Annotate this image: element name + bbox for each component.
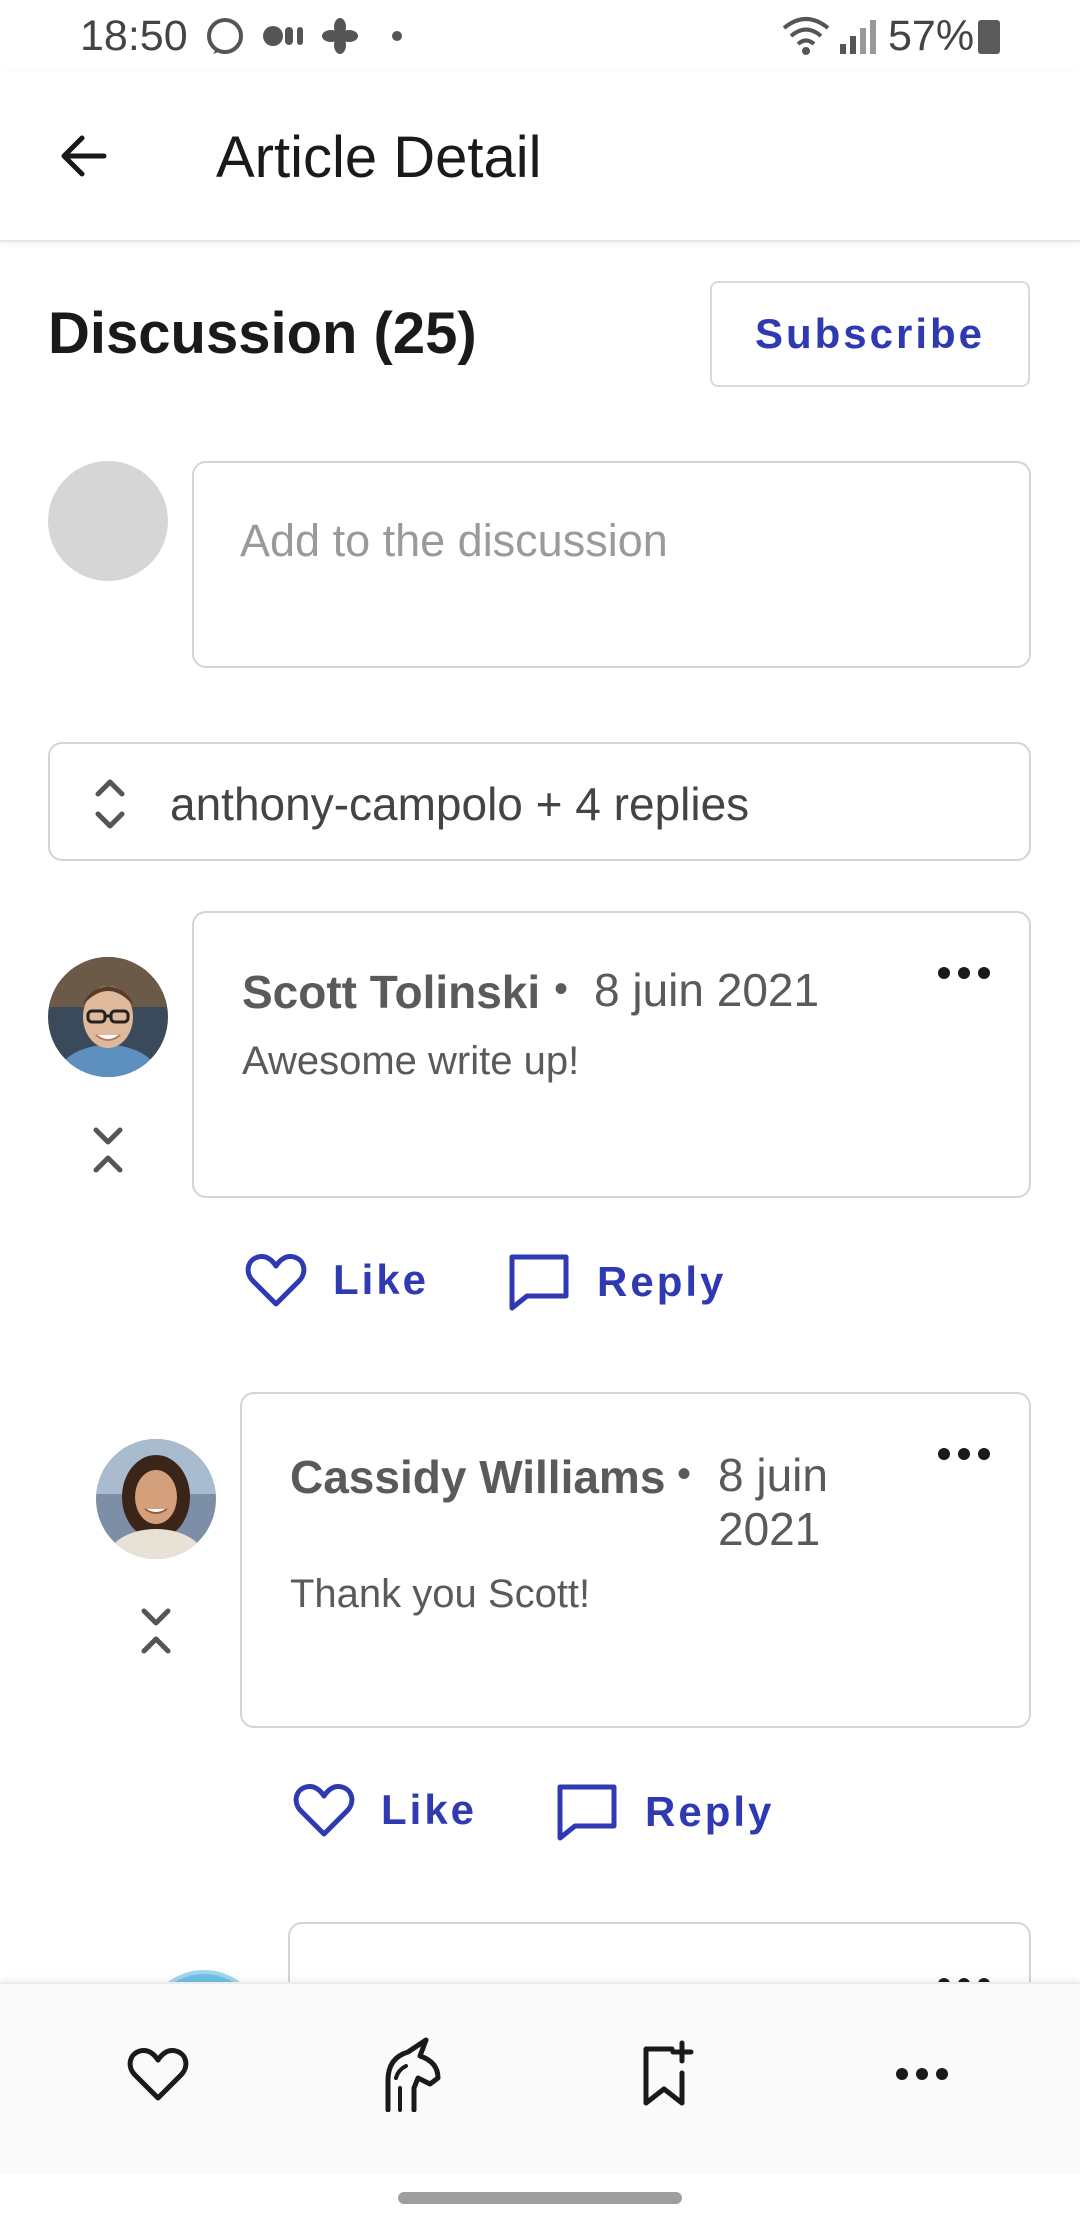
comment-icon xyxy=(557,1784,617,1841)
current-user-avatar xyxy=(48,461,168,581)
more-options-icon[interactable] xyxy=(934,963,994,983)
wifi-icon xyxy=(782,17,830,55)
separator-dot: • xyxy=(677,1452,692,1496)
heart-icon xyxy=(293,1784,355,1837)
discussion-title: Discussion (25) xyxy=(48,301,477,366)
arrow-left-icon xyxy=(61,135,107,177)
reply-label: Reply xyxy=(645,1788,775,1835)
battery-percent: 57% xyxy=(888,12,975,60)
page-title: Article Detail xyxy=(216,125,542,190)
more-options-icon[interactable] xyxy=(934,1444,994,1464)
collapse-icon[interactable] xyxy=(88,1122,128,1178)
avatar-cassidy-williams[interactable] xyxy=(96,1439,216,1559)
top-app-bar: Article Detail xyxy=(0,72,1080,242)
comment-author[interactable]: Scott Tolinski xyxy=(242,965,540,1019)
discussion-input[interactable]: Add to the discussion xyxy=(192,461,1031,668)
status-time: 18:50 xyxy=(80,12,188,60)
comment-text: Awesome write up! xyxy=(242,1039,580,1083)
unicorn-icon xyxy=(385,2037,441,2112)
more-button[interactable] xyxy=(882,2034,962,2114)
separator-dot: • xyxy=(554,967,569,1011)
unicorn-button[interactable] xyxy=(370,2034,450,2114)
reply-button[interactable]: Reply xyxy=(555,1782,774,1842)
status-bar: 18:50 57% xyxy=(0,0,1080,72)
heart-icon xyxy=(245,1254,307,1307)
like-label: Like xyxy=(333,1256,430,1303)
bottom-action-bar xyxy=(0,1982,1080,2174)
home-indicator[interactable] xyxy=(398,2192,682,2204)
reply-label: Reply xyxy=(597,1258,727,1305)
heart-icon xyxy=(127,2048,189,2101)
back-button[interactable] xyxy=(48,120,120,192)
comment-text: Thank you Scott! xyxy=(290,1572,591,1616)
comment-card: Scott Tolinski • 8 juin 2021 Awesome wri… xyxy=(192,911,1031,1198)
comment-icon xyxy=(509,1254,569,1311)
thread-expand-button[interactable]: anthony-campolo + 4 replies xyxy=(48,742,1031,861)
like-button[interactable]: Like xyxy=(245,1252,429,1308)
comment-card: Cassidy Williams • 8 juin 2021 Thank you… xyxy=(240,1392,1031,1728)
battery-icon xyxy=(978,20,1000,54)
subscribe-button[interactable]: Subscribe xyxy=(710,281,1030,387)
notification-icons xyxy=(207,18,402,54)
signal-icon xyxy=(840,20,876,54)
comment-date-year[interactable]: 2021 xyxy=(718,1502,820,1556)
thread-toggle-label: anthony-campolo + 4 replies xyxy=(170,778,750,830)
avatar-scott-tolinski[interactable] xyxy=(48,957,168,1077)
comment-author[interactable]: Cassidy Williams xyxy=(290,1450,665,1504)
comment-date[interactable]: 8 juin xyxy=(718,1448,828,1502)
comment-date[interactable]: 8 juin 2021 xyxy=(594,963,819,1017)
heart-button[interactable] xyxy=(118,2034,198,2114)
like-label: Like xyxy=(381,1786,478,1833)
collapse-icon[interactable] xyxy=(136,1603,176,1659)
expand-icon xyxy=(95,779,125,829)
more-icon xyxy=(896,2068,948,2080)
reply-button[interactable]: Reply xyxy=(507,1252,726,1312)
bookmark-button[interactable] xyxy=(626,2034,706,2114)
like-button[interactable]: Like xyxy=(293,1782,477,1838)
bookmark-add-icon xyxy=(643,2040,694,2106)
